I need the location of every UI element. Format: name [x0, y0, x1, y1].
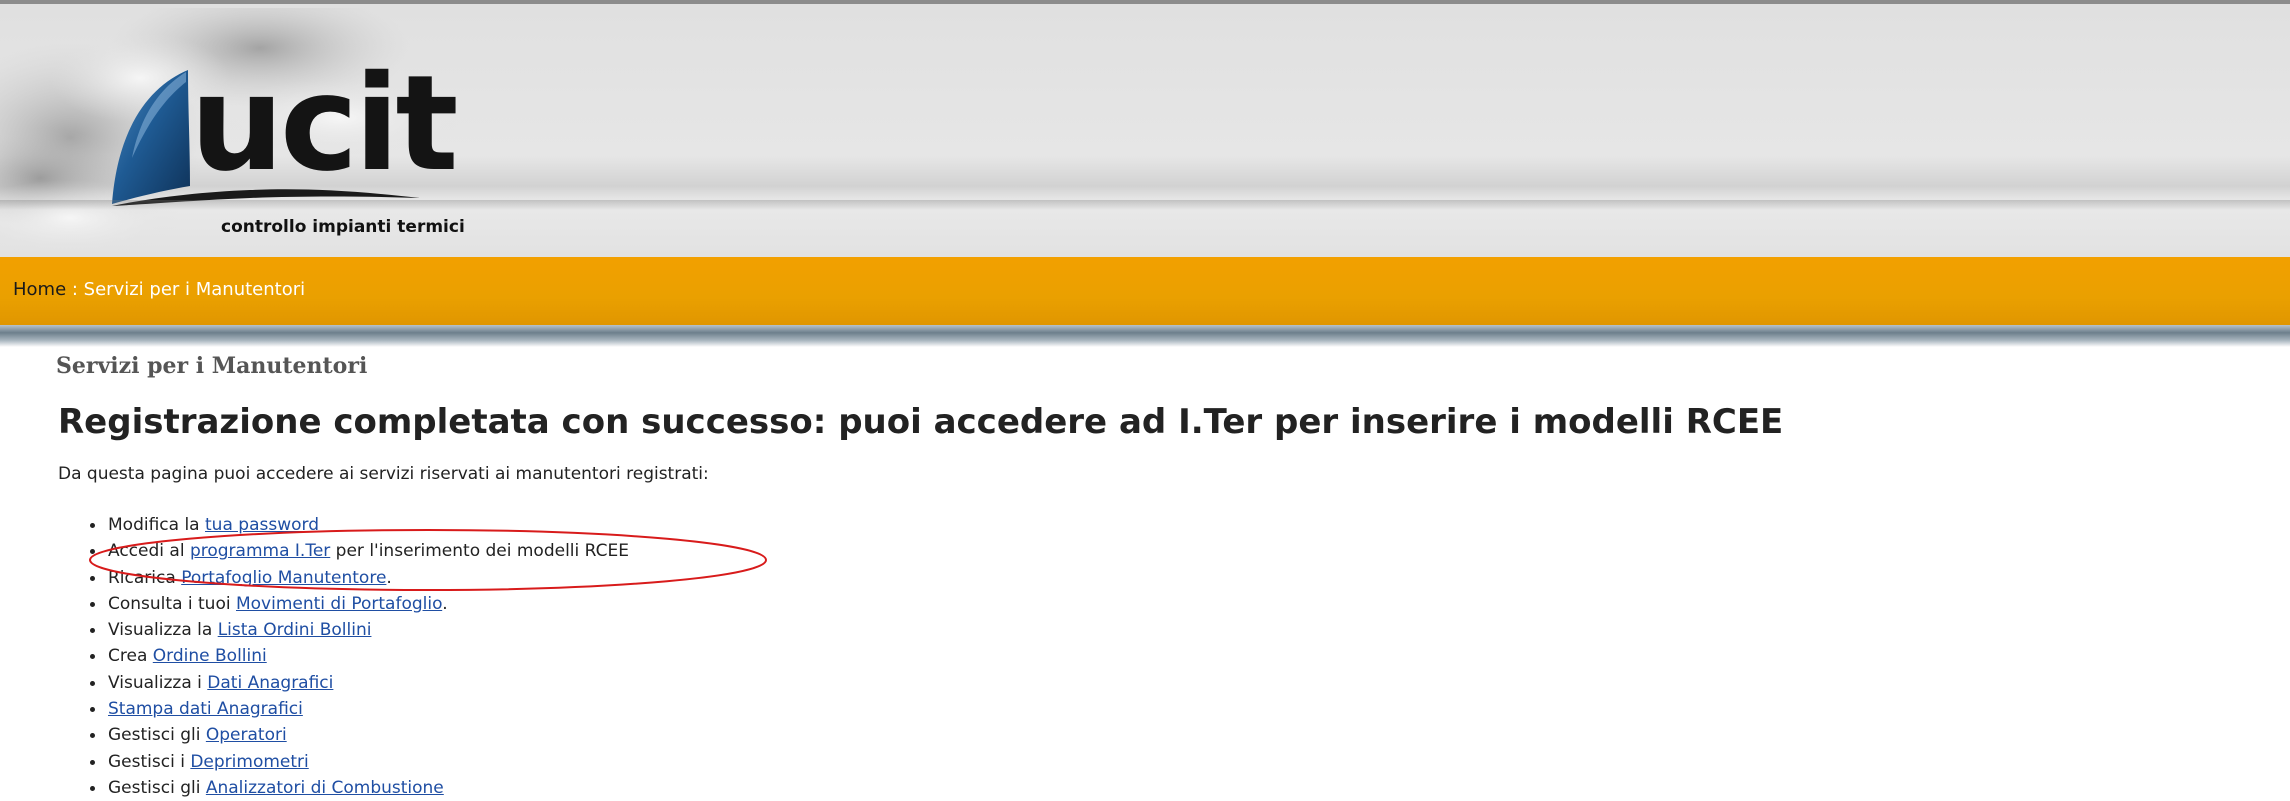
breadcrumb-current: Servizi per i Manutentori: [83, 279, 306, 300]
breadcrumb-bar: Home : Servizi per i Manutentori: [0, 257, 2290, 325]
operatori-link[interactable]: Operatori: [206, 725, 287, 745]
item-prefix: Consulta i tuoi: [108, 593, 236, 614]
item-prefix: Gestisci gli: [108, 777, 206, 798]
list-item: Ricarica Portafoglio Manutentore.: [90, 565, 629, 591]
header-shadow: [0, 200, 2290, 210]
item-prefix: Gestisci i: [108, 751, 191, 772]
list-item: Visualizza i Dati Anagrafici: [90, 670, 629, 696]
logo-tagline: controllo impianti termici: [221, 217, 465, 237]
item-suffix: .: [442, 593, 448, 614]
analizzatori-link[interactable]: Analizzatori di Combustione: [206, 778, 444, 798]
breadcrumb: Home : Servizi per i Manutentori: [13, 279, 305, 300]
item-suffix: per l'inserimento dei modelli RCEE: [330, 541, 629, 562]
item-prefix: Crea: [108, 646, 153, 667]
intro-text: Da questa pagina puoi accedere ai serviz…: [58, 464, 709, 484]
main-content: Servizi per i Manutentori Registrazione …: [56, 352, 2256, 798]
breadcrumb-divider: [0, 325, 2290, 347]
success-heading: Registrazione completata con successo: p…: [58, 402, 1784, 442]
list-item: Crea Ordine Bollini: [90, 643, 629, 669]
breadcrumb-separator: :: [66, 279, 84, 300]
ordine-bollini-link[interactable]: Ordine Bollini: [153, 646, 267, 666]
movimenti-link[interactable]: Movimenti di Portafoglio: [236, 594, 442, 614]
dati-anagrafici-link[interactable]: Dati Anagrafici: [207, 673, 333, 693]
item-prefix: Ricarica: [108, 567, 182, 588]
list-item: Consulta i tuoi Movimenti di Portafoglio…: [90, 591, 629, 617]
list-item: Gestisci gli Analizzatori di Combustione: [90, 775, 629, 801]
stampa-dati-link[interactable]: Stampa dati Anagrafici: [108, 699, 303, 719]
site-header: ucit controllo impianti termici: [0, 0, 2290, 257]
list-item: Accedi al programma I.Ter per l'inserime…: [90, 538, 629, 564]
item-prefix: Accedi al: [108, 541, 190, 562]
section-title: Servizi per i Manutentori: [56, 353, 368, 379]
item-prefix: Gestisci gli: [108, 725, 206, 746]
item-prefix: Visualizza la: [108, 620, 218, 641]
password-link[interactable]: tua password: [205, 515, 319, 535]
breadcrumb-home-link[interactable]: Home: [13, 279, 66, 300]
ucit-logo[interactable]: ucit controllo impianti termici: [0, 8, 480, 257]
logo-wordmark: ucit: [190, 47, 459, 201]
list-item: Visualizza la Lista Ordini Bollini: [90, 617, 629, 643]
iter-program-link[interactable]: programma I.Ter: [190, 541, 330, 561]
list-item: Modifica la tua password: [90, 512, 629, 538]
item-prefix: Modifica la: [108, 515, 206, 535]
list-item: Gestisci gli Operatori: [90, 722, 629, 748]
deprimometri-link[interactable]: Deprimometri: [190, 752, 308, 772]
list-item: Gestisci i Deprimometri: [90, 749, 629, 775]
lista-ordini-link[interactable]: Lista Ordini Bollini: [218, 620, 372, 640]
list-item: Stampa dati Anagrafici: [90, 696, 629, 722]
services-list: Modifica la tua password Accedi al progr…: [90, 512, 629, 801]
portafoglio-link[interactable]: Portafoglio Manutentore: [181, 568, 386, 588]
item-suffix: .: [386, 567, 392, 588]
item-prefix: Visualizza i: [108, 672, 208, 693]
